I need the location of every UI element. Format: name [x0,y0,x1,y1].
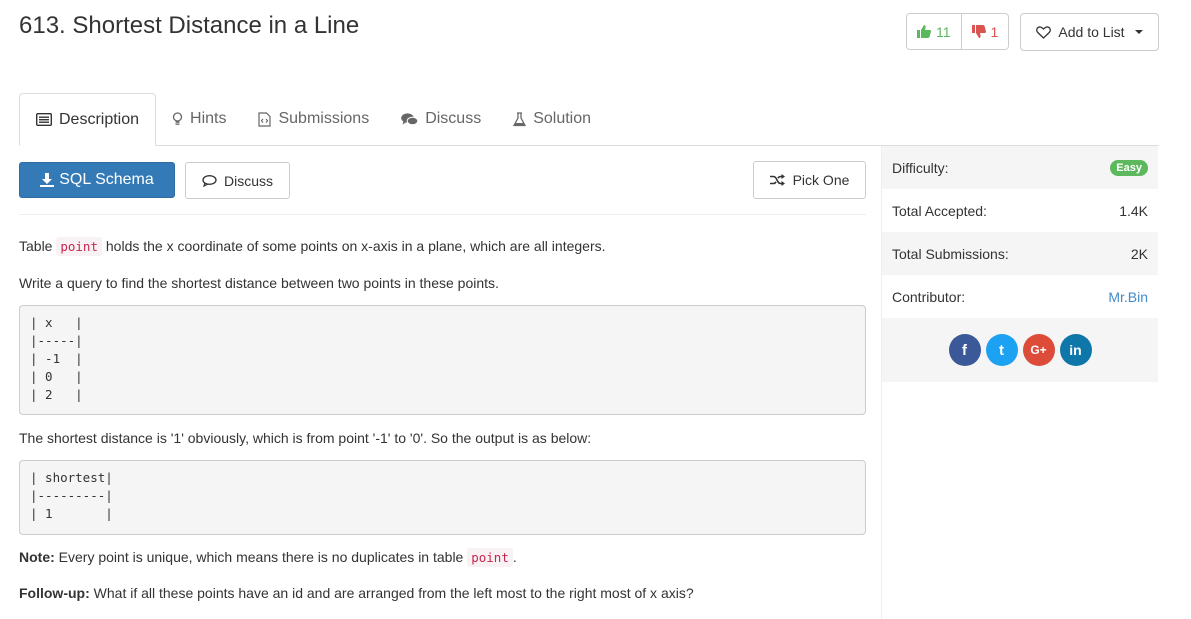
add-to-list-label: Add to List [1058,24,1125,40]
share-bar: f t G+ in [882,318,1158,382]
linkedin-icon[interactable]: in [1059,334,1092,366]
input-table-example: | x | |-----| | -1 | | 0 | | 2 | [19,305,866,415]
tab-discuss-label: Discuss [425,110,482,127]
shuffle-icon [769,174,785,186]
accepted-row: Total Accepted: 1.4K [882,189,1158,232]
tab-solution-label: Solution [533,110,592,127]
heart-icon [1036,25,1052,39]
difficulty-badge: Easy [1110,159,1148,176]
follow-up-label: Follow-up: [19,585,90,601]
problem-sidebar: Difficulty: Easy Total Accepted: 1.4K To… [881,146,1158,619]
caret-down-icon [1134,30,1143,34]
twitter-icon[interactable]: t [985,334,1018,366]
contributor-row: Contributor: Mr.Bin [882,275,1158,318]
description-paragraph: Write a query to find the shortest dista… [19,275,499,291]
tab-description-label: Description [59,110,140,128]
flask-icon [513,111,527,126]
follow-up-paragraph: Follow-up: What if all these points have… [19,583,694,603]
description-paragraph: The shortest distance is '1' obviously, … [19,430,592,446]
vote-group: 11 1 [906,13,1010,50]
contributor-label: Contributor: [892,288,966,305]
description-paragraph: Table point holds the x coordinate of so… [19,236,606,257]
pick-one-button[interactable]: Pick One [753,161,866,199]
tab-discuss[interactable]: Discuss [385,93,497,145]
discuss-button[interactable]: Discuss [185,162,290,199]
problem-tabs: Description Hints Submissions Discuss So… [19,93,1159,146]
difficulty-label: Difficulty: [892,159,949,176]
tab-description[interactable]: Description [19,93,157,146]
tab-submissions[interactable]: Submissions [242,93,385,145]
accepted-label: Total Accepted: [892,202,987,219]
tab-solution[interactable]: Solution [497,93,607,145]
sql-schema-label: SQL Schema [59,171,154,188]
output-table-example: | shortest| |---------| | 1 | [19,460,866,535]
upvote-count: 11 [936,23,951,40]
submissions-row: Total Submissions: 2K [882,232,1158,275]
page-title: 613. Shortest Distance in a Line [19,12,360,39]
pick-one-label: Pick One [792,172,850,188]
text: Table [19,238,57,254]
thumbs-down-icon [971,25,986,38]
code-file-icon [258,111,272,127]
downvote-button[interactable]: 1 [961,14,1009,49]
comments-icon [401,112,419,125]
difficulty-row: Difficulty: Easy [882,146,1158,189]
text: Every point is unique, which means there… [54,549,468,565]
inline-code: point [467,548,513,567]
thumbs-up-icon [917,25,931,38]
divider [19,214,866,215]
tab-hints[interactable]: Hints [156,93,242,145]
add-to-list-button[interactable]: Add to List [1020,13,1159,51]
discuss-label: Discuss [223,172,273,189]
note-label: Note: [19,549,55,565]
text: holds the x coordinate of some points on… [102,238,606,254]
download-icon [40,173,55,187]
comment-icon [202,174,217,187]
note-paragraph: Note: Every point is unique, which means… [19,547,517,568]
upvote-button[interactable]: 11 [907,14,962,49]
sql-schema-button[interactable]: SQL Schema [19,162,175,198]
accepted-value: 1.4K [1119,202,1148,219]
submissions-label: Total Submissions: [892,245,1009,262]
tab-hints-label: Hints [190,110,227,127]
bulb-icon [172,112,183,125]
text: What if all these points have an id and … [89,585,694,601]
google-plus-icon[interactable]: G+ [1022,334,1055,366]
submissions-value: 2K [1130,245,1148,262]
tab-submissions-label: Submissions [278,110,370,127]
facebook-icon[interactable]: f [948,334,981,366]
downvote-count: 1 [990,23,999,40]
inline-code: point [56,237,102,256]
text: . [512,549,517,565]
list-icon [36,113,52,126]
contributor-link[interactable]: Mr.Bin [1108,289,1148,305]
